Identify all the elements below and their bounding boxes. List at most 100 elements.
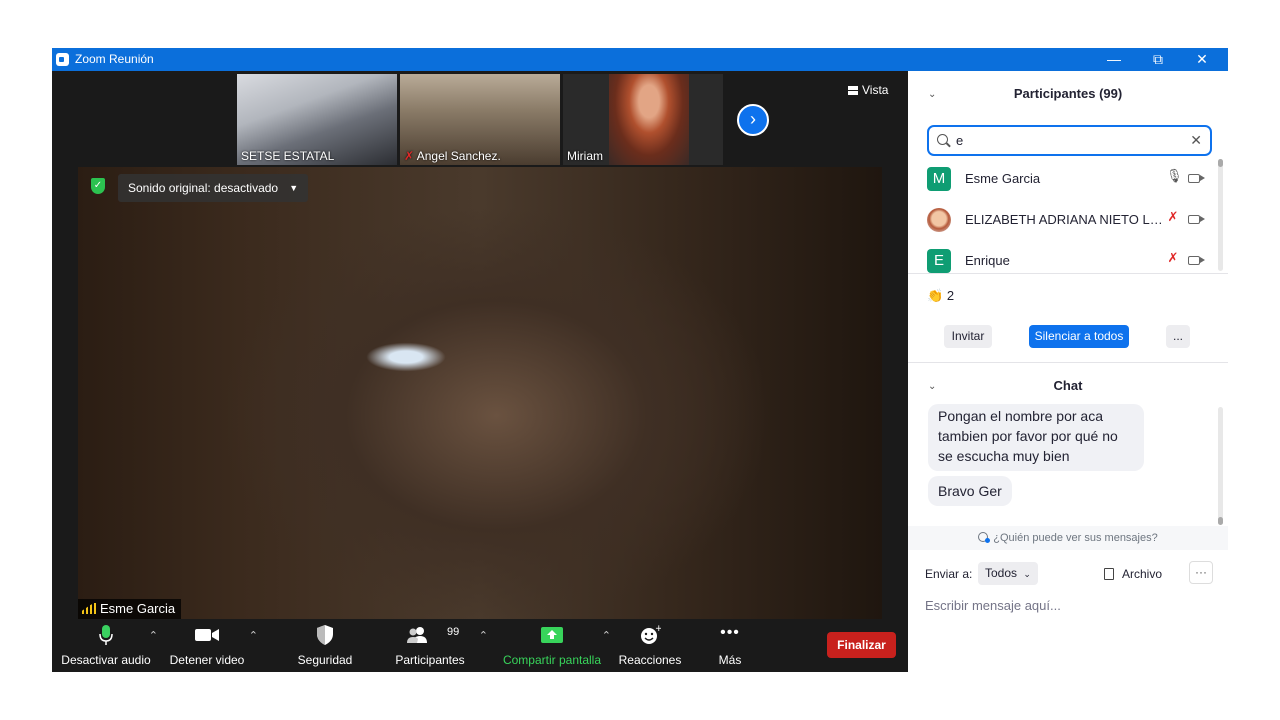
thumbnail-name: ✗ Angel Sanchez. <box>404 149 501 163</box>
share-screen-label: Compartir pantalla <box>502 653 602 667</box>
chat-title: Chat <box>1053 378 1083 393</box>
security-label: Seguridad <box>297 653 353 667</box>
chevron-up-icon[interactable]: ⌃ <box>602 629 611 642</box>
zoom-app-icon <box>56 53 69 66</box>
participant-video <box>609 74 689 165</box>
participant-row[interactable]: ELIZABETH ADRIANA NIETO LEÓN ✗ <box>908 202 1218 238</box>
chat-message: Bravo Ger <box>928 476 1012 506</box>
security-shield-icon <box>317 625 333 645</box>
window-title: Zoom Reunión <box>75 52 154 66</box>
chat-message-input[interactable] <box>925 595 1210 615</box>
mute-audio-label: Desactivar audio <box>61 653 151 667</box>
thumbnail-setse-estatal[interactable]: SETSE ESTATAL <box>237 74 397 165</box>
reaction-count: 2 <box>946 288 955 303</box>
chevron-up-icon[interactable]: ⌃ <box>149 629 158 642</box>
participant-name: Enrique <box>965 253 1010 268</box>
clear-search-icon[interactable]: ✕ <box>1190 132 1202 149</box>
signal-bars-icon <box>82 603 96 614</box>
video-camera-off-icon[interactable] <box>1188 174 1205 183</box>
send-to-value: Todos <box>985 566 1018 580</box>
participants-button[interactable]: 99 ⌃ Participantes <box>390 619 488 672</box>
chat-scrollbar[interactable] <box>1218 407 1223 525</box>
share-screen-icon <box>541 627 563 643</box>
close-button[interactable]: ✕ <box>1179 48 1225 71</box>
video-highlight <box>340 327 560 387</box>
thumbnail-name: Miriam <box>567 149 603 163</box>
active-speaker-video: ✓ Sonido original: desactivado ▼ Esme Ga… <box>78 167 882 619</box>
chevron-up-icon[interactable]: ⌃ <box>479 629 488 642</box>
mic-muted-icon: ✗ <box>404 149 415 163</box>
clap-icon: 👏 <box>927 288 944 303</box>
chevron-down-icon: ▼ <box>289 183 299 193</box>
thumbnail-angel-sanchez[interactable]: ✗ Angel Sanchez. <box>400 74 560 165</box>
participant-search-input[interactable]: e ✕ <box>927 125 1212 156</box>
video-camera-off-icon[interactable] <box>1188 256 1205 265</box>
search-icon <box>937 134 948 145</box>
more-button[interactable]: ••• Más <box>702 619 758 672</box>
participant-row[interactable]: M Esme Garcia 🎙 <box>908 161 1218 197</box>
thumbnail-name: SETSE ESTATAL <box>241 149 335 163</box>
mute-all-button[interactable]: Silenciar a todos <box>1029 325 1129 348</box>
mic-muted-icon[interactable]: ✗ <box>1166 250 1180 270</box>
reactions-label: Reacciones <box>618 653 682 667</box>
encryption-shield-icon[interactable]: ✓ <box>91 178 105 194</box>
reactions-button[interactable]: + Reacciones <box>614 619 686 672</box>
divider <box>908 362 1228 363</box>
end-meeting-button[interactable]: Finalizar <box>827 632 896 658</box>
security-button[interactable]: Seguridad <box>290 619 360 672</box>
participants-label: Participantes <box>395 653 465 667</box>
title-bar: Zoom Reunión — ⧉ ✕ <box>52 48 1228 71</box>
divider <box>908 273 1228 274</box>
grid-icon <box>848 86 858 95</box>
video-camera-icon <box>195 629 219 641</box>
share-screen-button[interactable]: ⌃ Compartir pantalla <box>497 619 611 672</box>
side-panel: ⌄ Participantes (99) e ✕ M Esme Garcia 🎙… <box>908 71 1228 672</box>
file-label: Archivo <box>1122 567 1163 581</box>
who-can-see-label: ¿Quién puede ver sus mensajes? <box>993 532 1158 544</box>
more-dots-icon: ••• <box>720 624 740 641</box>
stop-video-label: Detener video <box>169 653 245 667</box>
participants-icon <box>407 627 428 643</box>
send-to-label: Enviar a: <box>925 567 973 581</box>
stop-video-button[interactable]: ⌃ Detener video <box>164 619 258 672</box>
video-camera-off-icon[interactable] <box>1188 215 1205 224</box>
file-button[interactable]: Archivo <box>1104 567 1162 581</box>
mute-audio-button[interactable]: ⌃ Desactivar audio <box>58 619 158 672</box>
svg-text:+: + <box>655 624 661 634</box>
chat-more-button[interactable]: ··· <box>1189 561 1213 584</box>
more-options-button[interactable]: ... <box>1166 325 1190 348</box>
who-can-see-messages[interactable]: ¿Quién puede ver sus mensajes? <box>908 526 1228 550</box>
avatar: E <box>927 249 951 273</box>
zoom-window: Zoom Reunión — ⧉ ✕ SETSE ESTATAL ✗ Angel… <box>52 48 1228 672</box>
reaction-counter: 👏 2 <box>927 288 954 304</box>
participant-name: Esme Garcia <box>965 171 1041 186</box>
speaker-name: Esme Garcia <box>100 601 176 616</box>
view-button[interactable]: Vista <box>848 83 888 97</box>
chat-message: Pongan el nombre por aca tambien por fav… <box>928 404 1144 471</box>
microphone-icon[interactable]: 🎙 <box>1166 168 1183 188</box>
chevron-down-icon: ⌄ <box>1023 569 1031 579</box>
minimize-button[interactable]: — <box>1091 48 1137 71</box>
search-value: e <box>956 133 964 148</box>
next-page-arrow-icon[interactable]: › <box>737 104 769 136</box>
microphone-icon <box>99 625 113 645</box>
invite-button[interactable]: Invitar <box>944 325 992 348</box>
participants-count: 99 <box>447 626 460 638</box>
send-to-dropdown[interactable]: Todos ⌄ <box>978 562 1038 585</box>
thumbnail-miriam[interactable]: Miriam <box>563 74 723 165</box>
participants-title: Participantes (99) <box>1013 86 1123 101</box>
video-area: SETSE ESTATAL ✗ Angel Sanchez. Miriam › … <box>52 71 908 672</box>
view-button-label: Vista <box>862 83 889 97</box>
more-label: Más <box>718 653 742 667</box>
participant-name: ELIZABETH ADRIANA NIETO LEÓN <box>965 212 1165 227</box>
chevron-up-icon[interactable]: ⌃ <box>249 629 258 642</box>
avatar: M <box>927 167 951 191</box>
original-sound-toggle[interactable]: Sonido original: desactivado ▼ <box>118 174 309 202</box>
speaker-name-label: Esme Garcia <box>78 599 182 619</box>
emoji-plus-icon: + <box>641 624 661 644</box>
mic-muted-icon[interactable]: ✗ <box>1166 209 1180 229</box>
participants-scrollbar[interactable] <box>1218 159 1223 271</box>
maximize-button[interactable]: ⧉ <box>1135 48 1181 71</box>
meeting-toolbar: ⌃ Desactivar audio ⌃ Detener video Segur… <box>52 619 908 672</box>
thumbnail-name-text: Angel Sanchez. <box>416 149 501 163</box>
